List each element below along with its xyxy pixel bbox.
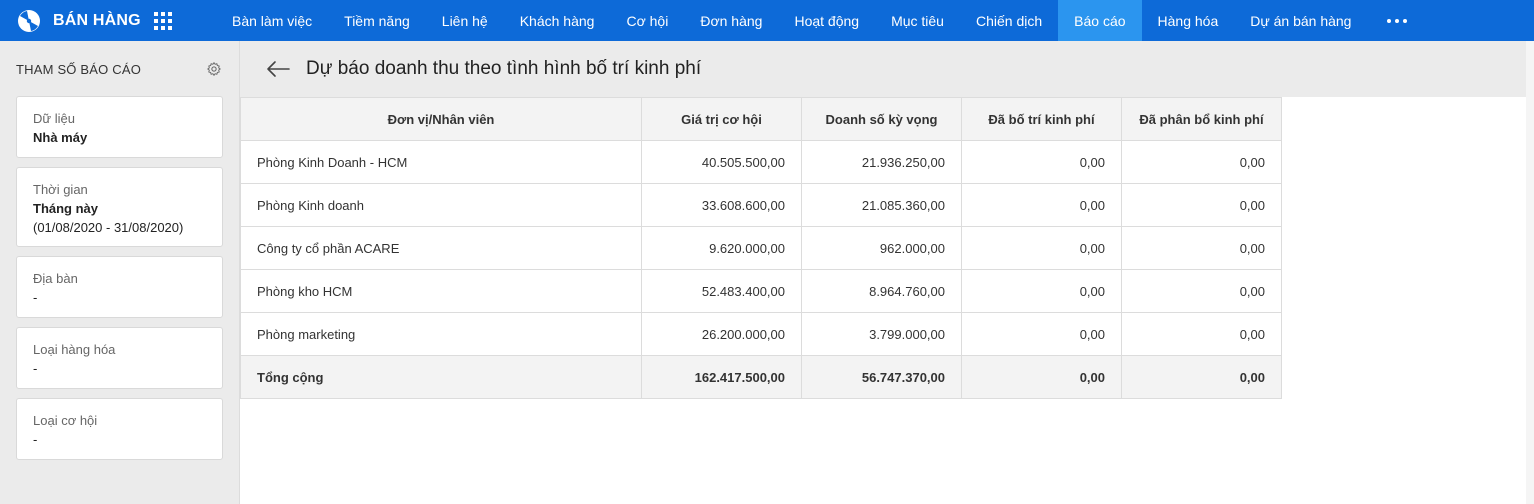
filter-value: - — [33, 290, 38, 305]
total-opportunity-value: 162.417.500,00 — [641, 355, 802, 399]
filter-thoi-gian[interactable]: Thời gian Tháng này (01/08/2020 - 31/08/… — [16, 167, 223, 247]
cell-unit: Phòng marketing — [240, 312, 642, 356]
total-label: Tổng cộng — [240, 355, 642, 399]
cell-expected-revenue: 21.936.250,00 — [801, 140, 962, 184]
cell-budget-arranged: 0,00 — [961, 312, 1122, 356]
back-arrow-icon[interactable] — [266, 60, 290, 78]
filter-value: Nhà máy — [33, 130, 88, 145]
brand-logo-icon — [18, 9, 40, 32]
report-table: Đơn vị/Nhân viên Giá trị cơ hội Doanh số… — [240, 97, 1282, 399]
table-row[interactable]: Phòng Kinh doanh 33.608.600,00 21.085.36… — [240, 183, 1282, 227]
column-header-gia-tri-co-hoi[interactable]: Giá trị cơ hội — [641, 97, 802, 141]
filter-loai-co-hoi[interactable]: Loại cơ hội - — [16, 398, 223, 460]
app-launcher-icon[interactable] — [154, 11, 172, 30]
nav-item-hang-hoa[interactable]: Hàng hóa — [1142, 0, 1235, 41]
cell-budget-allocated: 0,00 — [1121, 183, 1282, 227]
column-header-don-vi[interactable]: Đơn vị/Nhân viên — [240, 97, 642, 141]
cell-budget-arranged: 0,00 — [961, 226, 1122, 270]
cell-budget-allocated: 0,00 — [1121, 312, 1282, 356]
cell-unit: Phòng Kinh Doanh - HCM — [240, 140, 642, 184]
nav-item-hoat-dong[interactable]: Hoạt động — [778, 0, 875, 41]
cell-budget-allocated: 0,00 — [1121, 269, 1282, 313]
top-nav-bar: BÁN HÀNG Bàn làm việc Tiềm năng Liên hệ … — [0, 0, 1534, 41]
nav-item-lien-he[interactable]: Liên hệ — [426, 0, 504, 41]
cell-unit: Công ty cổ phần ACARE — [240, 226, 642, 270]
brand-name: BÁN HÀNG — [53, 11, 141, 29]
cell-opportunity-value: 26.200.000,00 — [641, 312, 802, 356]
cell-budget-arranged: 0,00 — [961, 183, 1122, 227]
table-total-row: Tổng cộng 162.417.500,00 56.747.370,00 0… — [240, 355, 1282, 399]
cell-opportunity-value: 9.620.000,00 — [641, 226, 802, 270]
nav-item-chien-dich[interactable]: Chiến dịch — [960, 0, 1058, 41]
filter-loai-hang-hoa[interactable]: Loại hàng hóa - — [16, 327, 223, 389]
cell-budget-arranged: 0,00 — [961, 140, 1122, 184]
filter-label: Loại hàng hóa — [33, 342, 116, 357]
column-header-doanh-so-ky-vong[interactable]: Doanh số kỳ vọng — [801, 97, 962, 141]
filter-label: Dữ liệu — [33, 111, 75, 126]
cell-budget-allocated: 0,00 — [1121, 226, 1282, 270]
filter-value-range: (01/08/2020 - 31/08/2020) — [33, 220, 184, 235]
cell-expected-revenue: 8.964.760,00 — [801, 269, 962, 313]
filter-label: Địa bàn — [33, 271, 78, 286]
cell-budget-arranged: 0,00 — [961, 269, 1122, 313]
total-expected-revenue: 56.747.370,00 — [801, 355, 962, 399]
table-row[interactable]: Phòng kho HCM 52.483.400,00 8.964.760,00… — [240, 269, 1282, 313]
filter-label: Thời gian — [33, 182, 88, 197]
filter-value: - — [33, 361, 38, 376]
cell-budget-allocated: 0,00 — [1121, 140, 1282, 184]
cell-opportunity-value: 33.608.600,00 — [641, 183, 802, 227]
table-row[interactable]: Công ty cổ phần ACARE 9.620.000,00 962.0… — [240, 226, 1282, 270]
column-header-da-phan-bo[interactable]: Đã phân bổ kinh phí — [1121, 97, 1282, 141]
nav-item-khach-hang[interactable]: Khách hàng — [504, 0, 611, 41]
total-budget-arranged: 0,00 — [961, 355, 1122, 399]
filter-du-lieu[interactable]: Dữ liệu Nhà máy — [16, 96, 223, 158]
cell-unit: Phòng kho HCM — [240, 269, 642, 313]
table-row[interactable]: Phòng marketing 26.200.000,00 3.799.000,… — [240, 312, 1282, 356]
nav-item-muc-tieu[interactable]: Mục tiêu — [875, 0, 960, 41]
cell-expected-revenue: 21.085.360,00 — [801, 183, 962, 227]
nav-item-du-an-ban-hang[interactable]: Dự án bán hàng — [1234, 0, 1367, 41]
cell-expected-revenue: 962.000,00 — [801, 226, 962, 270]
main-nav: Bàn làm việc Tiềm năng Liên hệ Khách hàn… — [216, 0, 1427, 41]
total-budget-allocated: 0,00 — [1121, 355, 1282, 399]
page-header: Dự báo doanh thu theo tình hình bố trí k… — [240, 41, 1534, 97]
sidebar-header: THAM SỐ BÁO CÁO — [0, 41, 239, 97]
gear-icon[interactable] — [206, 61, 222, 77]
nav-item-bao-cao[interactable]: Báo cáo — [1058, 0, 1142, 41]
nav-item-ban-lam-viec[interactable]: Bàn làm việc — [216, 0, 328, 41]
more-icon[interactable] — [1367, 0, 1427, 41]
nav-item-co-hoi[interactable]: Cơ hội — [610, 0, 684, 41]
column-header-da-bo-tri[interactable]: Đã bố trí kinh phí — [961, 97, 1122, 141]
cell-expected-revenue: 3.799.000,00 — [801, 312, 962, 356]
filter-value: - — [33, 432, 38, 447]
sidebar-title: THAM SỐ BÁO CÁO — [16, 61, 142, 77]
page-title: Dự báo doanh thu theo tình hình bố trí k… — [306, 58, 702, 79]
nav-item-tiem-nang[interactable]: Tiềm năng — [328, 0, 426, 41]
cell-opportunity-value: 52.483.400,00 — [641, 269, 802, 313]
filter-label: Loại cơ hội — [33, 413, 98, 428]
cell-opportunity-value: 40.505.500,00 — [641, 140, 802, 184]
nav-item-don-hang[interactable]: Đơn hàng — [684, 0, 778, 41]
scrollbar[interactable] — [1526, 41, 1534, 504]
brand[interactable]: BÁN HÀNG — [0, 9, 150, 33]
filter-value: Tháng này — [33, 201, 99, 216]
cell-unit: Phòng Kinh doanh — [240, 183, 642, 227]
report-parameters-panel: THAM SỐ BÁO CÁO Dữ liệu Nhà máy Thời gia… — [0, 41, 240, 504]
table-row[interactable]: Phòng Kinh Doanh - HCM 40.505.500,00 21.… — [240, 140, 1282, 184]
filter-dia-ban[interactable]: Địa bàn - — [16, 256, 223, 318]
table-header-row: Đơn vị/Nhân viên Giá trị cơ hội Doanh số… — [240, 97, 1282, 141]
